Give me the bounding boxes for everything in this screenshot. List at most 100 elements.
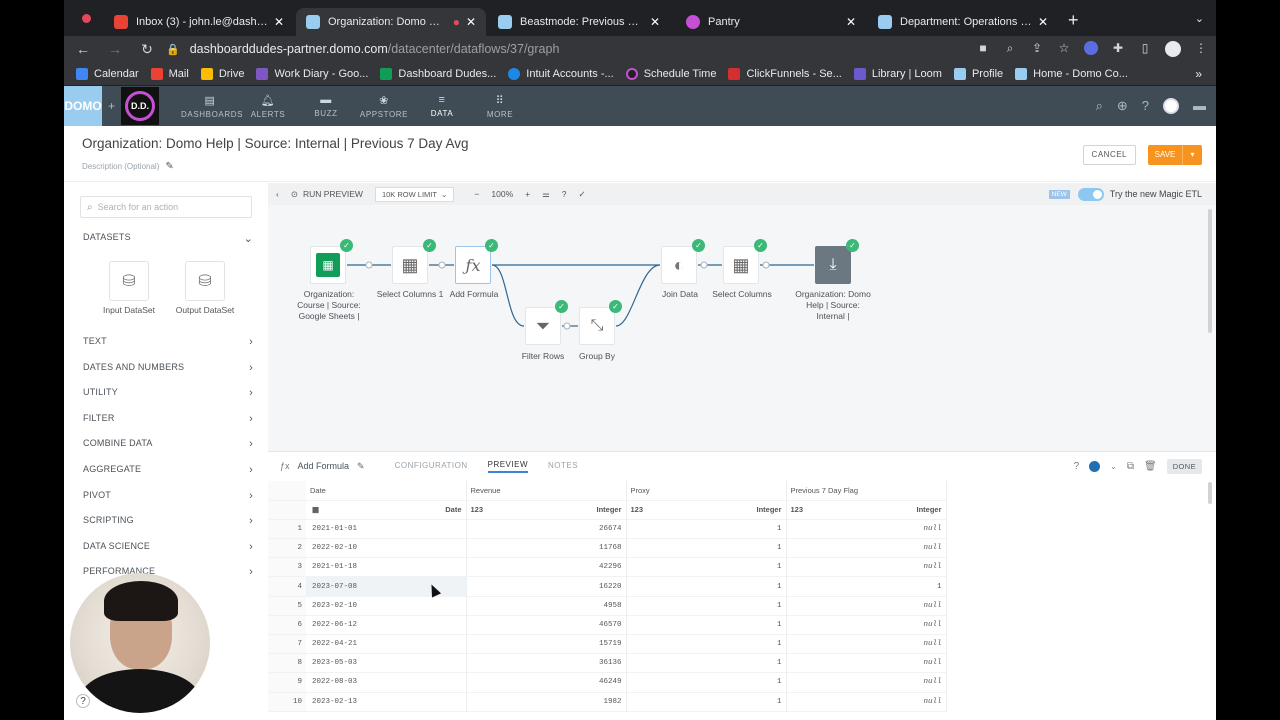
tab-preview[interactable]: PREVIEW [487, 460, 529, 473]
tab-configuration[interactable]: CONFIGURATION [395, 461, 468, 472]
save-button[interactable]: SAVE [1148, 145, 1182, 165]
nav-alerts[interactable]: 🔔︎ ALERTS [239, 94, 297, 119]
table-row[interactable]: 8 2023-05-03 36136 1 null [268, 653, 947, 674]
trash-icon[interactable]: 🗑︎ [1144, 461, 1157, 472]
cell-flag[interactable]: null [786, 692, 947, 712]
cell-proxy[interactable]: 1 [626, 653, 787, 674]
section-scripting[interactable]: SCRIPTING › [83, 515, 253, 527]
search-icon[interactable]: ⌕ [1096, 98, 1103, 114]
cell-revenue[interactable]: 15719 [466, 634, 627, 655]
bookmark-drive[interactable]: Drive [200, 67, 244, 80]
cell-proxy[interactable]: 1 [626, 519, 787, 540]
done-button[interactable]: DONE [1166, 459, 1202, 474]
chat-icon[interactable]: ▬ [1193, 98, 1206, 114]
profile-icon[interactable] [1165, 41, 1181, 57]
row-number[interactable]: 7 [268, 634, 306, 655]
cell-flag[interactable]: null [786, 634, 947, 655]
tab-beastmode[interactable]: Beastmode: Previous 7 Day Av ✕ [488, 8, 670, 36]
node-output-dataset[interactable]: ⤓ [815, 246, 851, 284]
close-icon[interactable]: ✕ [466, 15, 476, 29]
nav-dashboards[interactable]: ▤ DASHBOARDS [181, 94, 242, 119]
cell-date[interactable]: 2022-06-12 [306, 615, 467, 636]
nav-appstore[interactable]: ❀ APPSTORE [355, 94, 413, 119]
input-dataset-icon[interactable]: ⛁ [109, 261, 149, 301]
pencil-icon[interactable]: ✎ [357, 461, 365, 472]
section-aggregate[interactable]: AGGREGATE › [83, 464, 253, 476]
node-filter-rows[interactable]: ⏷ [525, 307, 561, 345]
cancel-button[interactable]: CANCEL [1082, 145, 1136, 165]
cell-proxy[interactable]: 1 [626, 576, 787, 597]
chevron-right-icon[interactable]: » [1195, 67, 1202, 81]
row-number[interactable]: 9 [268, 672, 306, 693]
table-row[interactable]: 2 2022-02-10 11768 1 null [268, 538, 947, 559]
section-dates-numbers[interactable]: DATES AND NUMBERS › [83, 362, 253, 374]
etl-canvas[interactable]: ‹ ⊙ RUN PREVIEW 10K ROW LIMIT ⌄ − 100% + … [268, 183, 1216, 451]
section-text[interactable]: TEXT › [83, 336, 253, 348]
domo-logo[interactable]: DOMO [64, 86, 102, 126]
cell-flag[interactable]: null [786, 615, 947, 636]
cell-revenue[interactable]: 11768 [466, 538, 627, 559]
cell-date[interactable]: 2023-02-10 [306, 596, 467, 616]
bookmark-work-diary[interactable]: Work Diary - Goo... [256, 67, 368, 80]
section-pivot[interactable]: PIVOT › [83, 490, 253, 502]
tab-operations[interactable]: Department: Operations | Stag ✕ [868, 8, 1058, 36]
more-icon[interactable]: ⋮ [1194, 41, 1208, 55]
bookmark-mail[interactable]: Mail [150, 67, 189, 80]
cell-proxy[interactable]: 1 [626, 692, 787, 712]
help-icon[interactable]: ? [76, 694, 90, 708]
nav-more[interactable]: ⠿ MORE [471, 94, 529, 119]
extension-icon[interactable] [1084, 41, 1098, 55]
help-icon[interactable]: ? [1142, 98, 1149, 114]
cell-proxy[interactable]: 1 [626, 538, 787, 559]
table-row[interactable]: 7 2022-04-21 15719 1 null [268, 634, 947, 655]
bookmark-domo-home[interactable]: Home - Domo Co... [1015, 67, 1128, 80]
nav-data[interactable]: ≡ DATA [413, 94, 471, 118]
star-icon[interactable]: ☆ [1057, 41, 1071, 55]
row-number[interactable]: 1 [268, 519, 306, 540]
node-add-formula[interactable]: ƒx [455, 246, 491, 284]
cell-date[interactable]: 2023-02-13 [306, 692, 467, 712]
cell-flag[interactable]: null [786, 596, 947, 616]
zoom-icon[interactable]: ⌕ [1003, 41, 1017, 55]
row-number[interactable]: 8 [268, 653, 306, 674]
cell-date[interactable]: 2022-02-10 [306, 538, 467, 559]
cell-date[interactable]: 2022-04-21 [306, 634, 467, 655]
pencil-icon[interactable]: ✎ [165, 161, 173, 172]
cell-revenue[interactable]: 4958 [466, 596, 627, 616]
cell-flag[interactable]: null [786, 538, 947, 559]
add-icon[interactable]: ⊕ [1117, 98, 1128, 114]
row-number[interactable]: 5 [268, 596, 306, 616]
row-number[interactable]: 10 [268, 692, 306, 712]
bookmark-intuit[interactable]: Intuit Accounts -... [508, 67, 614, 80]
row-number[interactable]: 2 [268, 538, 306, 559]
nav-buzz[interactable]: ▬ BUZZ [297, 94, 355, 118]
bookmark-dashboard-dudes[interactable]: Dashboard Dudes... [380, 67, 496, 80]
camera-icon[interactable]: ■ [976, 41, 990, 55]
cell-revenue[interactable]: 1982 [466, 692, 627, 712]
cell-date[interactable]: 2023-05-03 [306, 653, 467, 674]
close-icon[interactable]: ✕ [846, 15, 856, 29]
canvas-scrollbar[interactable] [1208, 209, 1212, 333]
reload-icon[interactable]: ↻ [134, 41, 160, 58]
cell-revenue[interactable]: 46570 [466, 615, 627, 636]
section-performance[interactable]: PERFORMANCE › [83, 566, 253, 578]
table-row[interactable]: 10 2023-02-13 1982 1 null [268, 692, 947, 712]
address-bar[interactable]: 🔒 dashboarddudes-partner.domo.com/datace… [158, 38, 1078, 60]
description-field[interactable]: Description (Optional) ✎ [82, 161, 174, 172]
partner-logo[interactable]: D.D. [121, 87, 160, 125]
close-icon[interactable]: ✕ [274, 15, 284, 29]
chevron-down-icon[interactable]: ⌄ [1195, 12, 1204, 25]
tab-pantry[interactable]: Pantry ✕ [676, 8, 866, 36]
node-source-dataset[interactable]: ▦ [310, 246, 346, 284]
cell-revenue[interactable]: 46249 [466, 672, 627, 693]
column-header-flag[interactable]: Previous 7 Day Flag [786, 481, 947, 501]
chevron-down-icon[interactable]: ⌄ [1110, 462, 1117, 471]
cell-date[interactable]: 2021-01-01 [306, 519, 467, 540]
cell-date[interactable]: 2023-07-08 [306, 576, 467, 597]
step-name[interactable]: Add Formula [298, 461, 350, 471]
new-tab-icon[interactable]: + [1068, 10, 1079, 31]
sidebar-icon[interactable]: ▯ [1138, 41, 1152, 55]
row-number[interactable]: 4 [268, 576, 306, 597]
cell-revenue[interactable]: 36136 [466, 653, 627, 674]
close-icon[interactable]: ✕ [650, 15, 660, 29]
